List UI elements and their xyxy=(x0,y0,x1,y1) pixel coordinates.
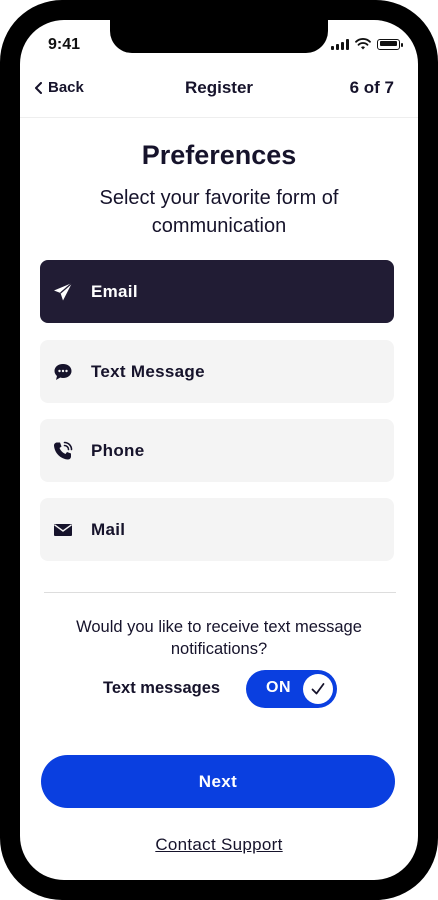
nav-bar: Back Register 6 of 7 xyxy=(20,68,418,118)
wifi-icon xyxy=(355,38,371,50)
status-icons xyxy=(331,38,403,50)
toggle-state: ON xyxy=(266,679,291,696)
page-title: Preferences xyxy=(141,140,297,170)
page-subtitle: Select your favorite form of communicati… xyxy=(99,187,339,237)
notch xyxy=(110,20,328,53)
option-phone[interactable]: Phone xyxy=(40,419,394,482)
paper-plane-icon xyxy=(52,281,74,303)
toggle-knob xyxy=(303,674,333,704)
notification-question: Would you like to receive text message n… xyxy=(76,618,362,658)
next-button[interactable]: Next xyxy=(41,755,395,808)
option-label: Mail xyxy=(91,519,126,539)
screen: 9:41 Back Register 6 of 7 Preferences Se… xyxy=(20,20,418,880)
option-label: Email xyxy=(91,281,138,301)
support-link-row: Contact Support xyxy=(20,835,418,855)
option-mail[interactable]: Mail xyxy=(40,498,394,561)
notification-toggle-row: Text messages ON xyxy=(20,670,418,708)
envelope-icon xyxy=(52,519,74,541)
text-messages-toggle[interactable]: ON xyxy=(246,670,337,708)
phone-frame: 9:41 Back Register 6 of 7 Preferences Se… xyxy=(0,0,438,900)
phone-icon xyxy=(52,440,74,462)
chat-bubble-icon xyxy=(52,361,74,383)
divider xyxy=(44,592,396,593)
option-email[interactable]: Email xyxy=(40,260,394,323)
signal-icon xyxy=(331,38,349,50)
option-label: Text Message xyxy=(91,361,205,381)
toggle-label: Text messages xyxy=(103,679,221,697)
checkmark-icon xyxy=(311,683,325,695)
status-time: 9:41 xyxy=(48,36,81,53)
contact-support-link[interactable]: Contact Support xyxy=(155,835,282,854)
option-label: Phone xyxy=(91,440,145,460)
option-text-message[interactable]: Text Message xyxy=(40,340,394,403)
battery-icon xyxy=(377,38,403,50)
step-indicator: 6 of 7 xyxy=(349,78,394,97)
